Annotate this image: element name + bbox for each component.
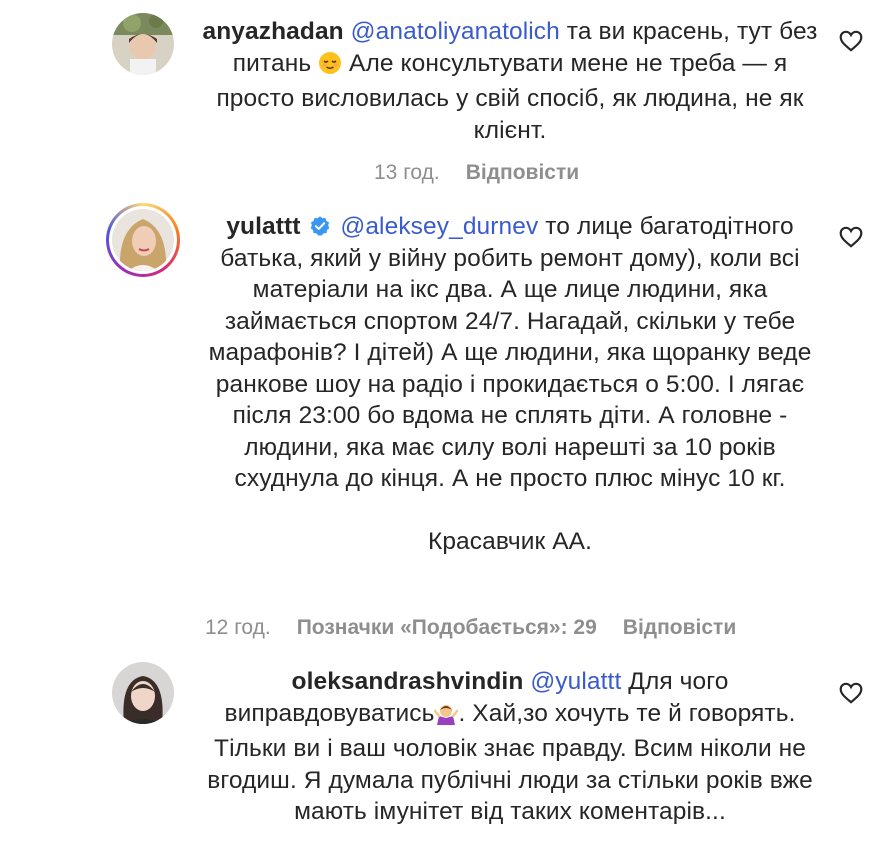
comment-meta: 13 год. Відповісти <box>374 161 605 185</box>
comment-text-extra: Красавчик АА. <box>427 527 593 555</box>
comment-mention[interactable]: @anatoliyanatolich <box>351 18 560 45</box>
relieved-face-emoji <box>318 51 342 84</box>
comment-username[interactable]: oleksandrashvindin <box>292 668 524 695</box>
heart-icon[interactable] <box>838 28 864 54</box>
comment-username[interactable]: anyazhadan <box>203 18 344 45</box>
comment-mention[interactable]: @yulattt <box>530 668 621 695</box>
comment-mention[interactable]: @aleksey_durnev <box>340 213 538 240</box>
verified-badge-icon <box>311 216 330 236</box>
woman-shrugging-emoji <box>434 701 459 734</box>
heart-icon[interactable] <box>838 680 864 706</box>
comment-body: anyazhadan @anatoliyanatolich та ви крас… <box>196 16 824 146</box>
heart-icon[interactable] <box>838 224 864 250</box>
reply-button[interactable]: Відповісти <box>466 161 579 184</box>
likes-count-link[interactable]: Позначки «Подобається»: 29 <box>297 616 597 639</box>
comment-text: то лице багатодітного батька, який у вій… <box>208 213 812 492</box>
comment-time[interactable]: 12 год. <box>205 616 271 639</box>
comment-oleksandrashvindin: oleksandrashvindin @yulattt Для чого вип… <box>0 650 884 844</box>
comment-username[interactable]: yulattt <box>226 213 300 240</box>
comment-body: yulattt @aleksey_durnev то лице багатоді… <box>196 211 824 557</box>
comment-body: oleksandrashvindin @yulattt Для чого вип… <box>196 666 824 828</box>
comment-time[interactable]: 13 год. <box>374 161 440 184</box>
comment-yulattt: yulattt @aleksey_durnev то лице багатоді… <box>0 200 884 650</box>
avatar[interactable] <box>112 13 174 75</box>
reply-button[interactable]: Відповісти <box>623 616 736 639</box>
avatar[interactable] <box>112 209 174 271</box>
comment-meta: 12 год. Позначки «Подобається»: 29 Відпові… <box>205 616 762 640</box>
comment-anyazhadan: anyazhadan @anatoliyanatolich та ви крас… <box>0 0 884 200</box>
avatar[interactable] <box>112 662 174 724</box>
